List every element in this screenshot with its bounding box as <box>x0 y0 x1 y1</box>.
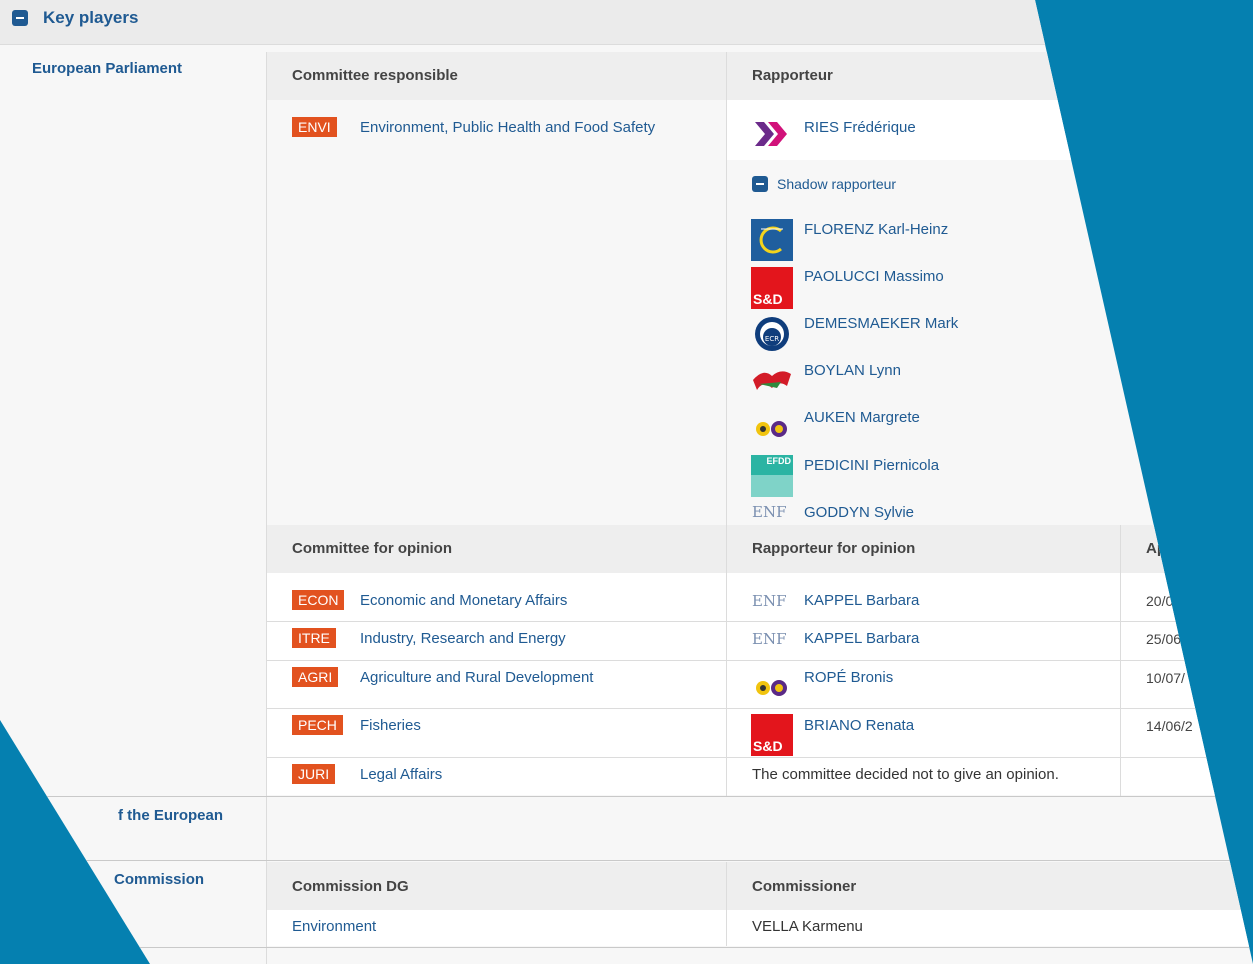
committee-name-link[interactable]: Fisheries <box>360 717 421 734</box>
column-divider <box>266 52 267 964</box>
greens-icon <box>756 680 787 696</box>
no-opinion-note: The committee decided not to give an opi… <box>752 766 1059 783</box>
column-divider <box>726 862 727 946</box>
committee-code-badge[interactable]: AGRI <box>292 667 339 687</box>
appointed-date: 25/06 <box>1146 631 1182 647</box>
committee-name-link[interactable]: Environment, Public Health and Food Safe… <box>360 119 655 136</box>
gue-icon <box>753 371 791 390</box>
sidebar-next: ... ... <box>120 953 150 964</box>
section-title: Key players <box>43 8 139 27</box>
shadow-rapporteur-link[interactable]: PEDICINI Piernicola <box>804 457 939 474</box>
sidebar-council: f the European <box>118 807 224 824</box>
sidebar-european-parliament: European Parliament <box>32 60 183 77</box>
shadow-rapporteur-link[interactable]: DEMESMAEKER Mark <box>804 315 958 332</box>
row-divider <box>267 708 1253 709</box>
opinion-rapporteur-link[interactable]: KAPPEL Barbara <box>804 592 919 609</box>
shadow-rapporteur-link[interactable]: AUKEN Margrete <box>804 409 920 426</box>
efdd-icon: EFDD <box>751 455 793 497</box>
collapse-shadow-icon[interactable] <box>752 176 768 192</box>
sidebar-commission: Commission <box>114 871 205 888</box>
ecr-icon: ECR <box>755 317 789 351</box>
enf-icon: ENF <box>752 630 787 648</box>
commission-dg-link[interactable]: Environment <box>292 918 376 935</box>
committee-name-link[interactable]: Industry, Research and Energy <box>360 630 566 647</box>
row-divider <box>267 660 1253 661</box>
shadow-rapporteur-link[interactable]: BOYLAN Lynn <box>804 362 901 379</box>
rapporteur-link[interactable]: RIES Frédérique <box>804 119 916 136</box>
committee-name-link[interactable]: Legal Affairs <box>360 766 442 783</box>
committee-name-link[interactable]: Economic and Monetary Affairs <box>360 592 567 609</box>
section-divider <box>0 860 1253 861</box>
opinion-rapporteur-link[interactable]: KAPPEL Barbara <box>804 630 919 647</box>
appointed-date: 14/06/2 <box>1146 718 1193 734</box>
enf-icon: ENF <box>752 592 787 610</box>
sd-icon: S&D <box>751 714 793 756</box>
collapse-icon[interactable] <box>12 10 28 26</box>
commissioner-name: VELLA Karmenu <box>752 918 863 935</box>
shadow-rapporteur-link[interactable]: FLORENZ Karl-Heinz <box>804 221 948 238</box>
committee-code-badge[interactable]: ENVI <box>292 117 337 137</box>
enf-icon: ENF <box>752 503 787 521</box>
column-divider <box>726 52 727 796</box>
renew-europe-icon <box>755 122 787 146</box>
rapporteur-header: Rapporteur <box>752 67 833 84</box>
section-divider <box>0 796 1253 797</box>
committee-for-opinion-header: Committee for opinion <box>292 540 452 557</box>
greens-icon <box>756 421 787 437</box>
svg-text:ECR: ECR <box>765 335 779 343</box>
row-divider <box>267 621 1253 622</box>
epp-icon <box>751 219 793 261</box>
appointed-header: Ap <box>1146 540 1166 557</box>
section-divider <box>0 947 1253 948</box>
shadow-rapporteur-link[interactable]: PAOLUCCI Massimo <box>804 268 944 285</box>
key-players-header[interactable]: Key players <box>0 0 1253 45</box>
rapporteur-for-opinion-header: Rapporteur for opinion <box>752 540 916 557</box>
committee-code-badge[interactable]: JURI <box>292 764 336 784</box>
commissioner-header: Commissioner <box>752 878 857 895</box>
committee-code-badge[interactable]: PECH <box>292 715 343 735</box>
opinion-rapporteur-link[interactable]: ROPÉ Bronis <box>804 669 893 686</box>
shadow-rapporteur-link[interactable]: GODDYN Sylvie <box>804 504 914 521</box>
commission-dg-header: Commission DG <box>292 878 409 895</box>
document-page: Key players European Parliament f the Eu… <box>0 0 1253 964</box>
opinion-rapporteur-link[interactable]: BRIANO Renata <box>804 717 914 734</box>
appointed-date: 20/0 <box>1146 593 1174 609</box>
shadow-rapporteur-label[interactable]: Shadow rapporteur <box>777 176 896 192</box>
committee-responsible-header: Committee responsible <box>292 67 458 84</box>
committee-code-badge[interactable]: ITRE <box>292 628 336 648</box>
committee-name-link[interactable]: Agriculture and Rural Development <box>360 669 593 686</box>
appointed-date: 10/07/ <box>1146 670 1185 686</box>
row-divider <box>267 757 1253 758</box>
sd-icon: S&D <box>751 267 793 309</box>
committee-code-badge[interactable]: ECON <box>292 590 345 610</box>
